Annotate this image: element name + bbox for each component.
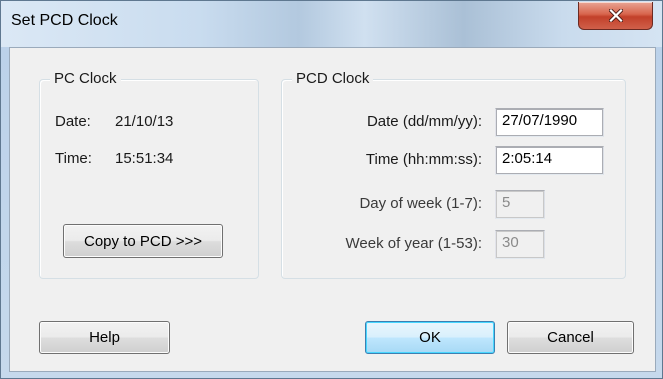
- pcd-time-label: Time (hh:mm:ss):: [365, 151, 482, 168]
- pc-time-value: 15:51:34: [115, 150, 174, 167]
- pc-clock-legend: PC Clock: [50, 70, 121, 87]
- pc-date-value: 21/10/13: [115, 113, 174, 130]
- pcd-week-of-year-label: Week of year (1-53):: [345, 235, 482, 252]
- title-bar[interactable]: Set PCD Clock: [1, 1, 662, 47]
- pcd-date-input[interactable]: 27/07/1990: [495, 108, 604, 137]
- window-title: Set PCD Clock: [11, 12, 118, 29]
- copy-to-pcd-button[interactable]: Copy to PCD >>>: [63, 224, 223, 258]
- pcd-date-label: Date (dd/mm/yy):: [366, 113, 482, 130]
- pcd-clock-group: PCD Clock Date (dd/mm/yy): 27/07/1990 Ti…: [281, 70, 626, 279]
- pcd-week-of-year-input: 30: [495, 230, 545, 259]
- pcd-day-of-week-label: Day of week (1-7):: [359, 195, 482, 212]
- pc-clock-group: PC Clock Date: 21/10/13 Time: 15:51:34 C…: [39, 70, 259, 279]
- help-button[interactable]: Help: [39, 321, 170, 354]
- pcd-time-input[interactable]: 2:05:14: [495, 146, 604, 175]
- pc-time-label: Time:: [55, 150, 92, 167]
- ok-button[interactable]: OK: [365, 321, 495, 354]
- pcd-day-of-week-input: 5: [495, 190, 545, 219]
- dialog-client-area: PC Clock Date: 21/10/13 Time: 15:51:34 C…: [9, 47, 656, 372]
- pc-date-label: Date:: [55, 113, 91, 130]
- dialog-window: Set PCD Clock PC Clock Date: 21/10/13 Ti…: [0, 0, 663, 379]
- close-icon: [608, 9, 623, 22]
- pcd-clock-legend: PCD Clock: [292, 70, 374, 87]
- cancel-button[interactable]: Cancel: [507, 321, 634, 354]
- close-button[interactable]: [578, 2, 653, 30]
